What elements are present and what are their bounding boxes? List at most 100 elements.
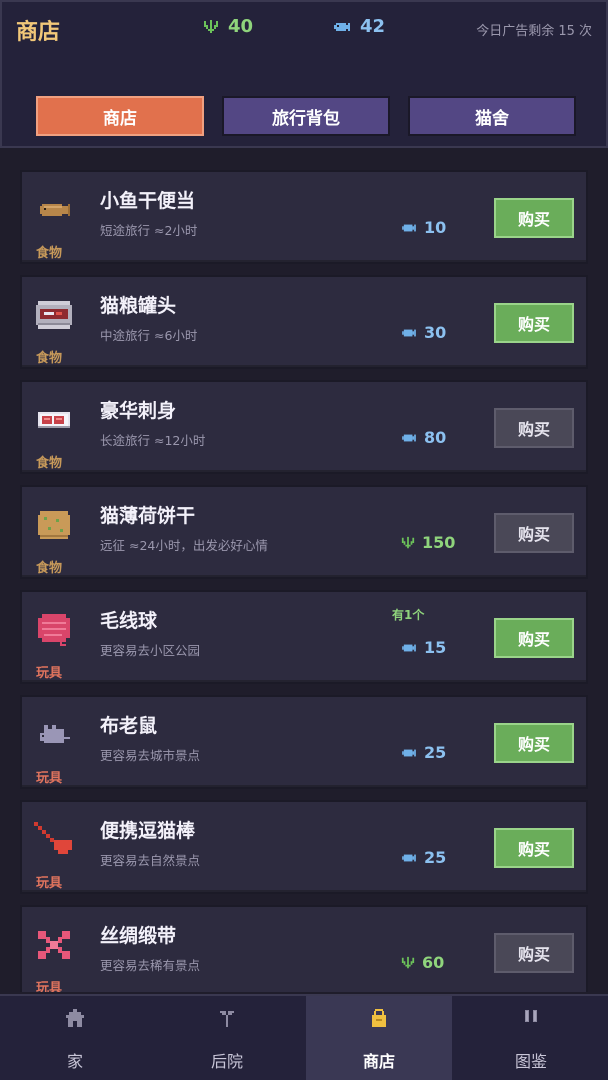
nav-label: 商店: [362, 1052, 395, 1071]
page-title: 商店: [16, 20, 61, 45]
bottom-nav: 家 后院 商店 图鉴: [0, 994, 608, 1080]
catnip-cookie-icon: [38, 511, 70, 539]
item-name: 丝绸缎带: [100, 925, 177, 947]
tab-bar: 商店 旅行背包 猫舍: [36, 96, 576, 136]
shopping-bag-icon: [372, 1009, 386, 1027]
fish-count: 42: [360, 16, 386, 37]
fish-currency-icon: [402, 644, 416, 651]
price-value: 25: [424, 743, 447, 762]
item-category: 食物: [36, 561, 63, 576]
yarn-ball-icon: [38, 614, 70, 646]
fish-currency-icon: [402, 854, 416, 861]
item-description: 更容易去稀有景点: [100, 958, 201, 973]
house-icon: [66, 1009, 84, 1027]
sprout-icon: [220, 1011, 234, 1027]
tab-shop[interactable]: 商店: [36, 96, 204, 136]
item-price: 25: [400, 848, 446, 867]
fish-currency-icon: [402, 749, 416, 756]
ad-remaining-text: 今日广告剩余 15 次: [476, 24, 592, 39]
item-category: 玩具: [36, 981, 63, 992]
item-category: 食物: [36, 351, 63, 366]
buy-button[interactable]: 购买: [494, 828, 574, 868]
silk-ribbon-icon: [38, 931, 70, 959]
buy-button[interactable]: 购买: [494, 303, 574, 343]
item-name: 豪华刺身: [100, 400, 177, 422]
nav-home[interactable]: 家: [2, 996, 148, 1080]
item-name: 毛线球: [100, 610, 158, 632]
price-value: 10: [424, 218, 447, 237]
shop-item-cat-teaser: 玩具 便携逗猫棒 更容易去自然景点 25 购买: [20, 800, 588, 894]
item-price: 15: [400, 638, 446, 657]
item-description: 远征 ≈24小时，出发必好心情: [100, 538, 268, 553]
fish-currency-icon: [402, 434, 416, 441]
shop-item-list[interactable]: 食物 小鱼干便当 短途旅行 ≈2小时 10 购买 食物 猫粮罐头 中途旅行 ≈6…: [20, 170, 588, 992]
shop-item-dried-fish-bento: 食物 小鱼干便当 短途旅行 ≈2小时 10 购买: [20, 170, 588, 264]
buy-button[interactable]: 购买: [494, 198, 574, 238]
catnip-currency-icon: [401, 956, 415, 968]
item-price: 30: [400, 323, 446, 342]
cat-teaser-icon: [34, 822, 72, 854]
fish-currency-icon: [402, 329, 416, 336]
shop-item-yarn-ball: 玩具 毛线球 更容易去小区公园 有1个 15 购买: [20, 590, 588, 684]
buy-button[interactable]: 购买: [494, 723, 574, 763]
buy-button[interactable]: 购买: [494, 513, 574, 553]
dried-fish-bento-icon: [40, 204, 70, 216]
item-description: 短途旅行 ≈2小时: [100, 223, 198, 238]
buy-button[interactable]: 购买: [494, 933, 574, 973]
item-name: 猫薄荷饼干: [100, 505, 196, 527]
item-price: 10: [400, 218, 446, 237]
item-category: 玩具: [36, 876, 63, 891]
nav-label: 家: [66, 1052, 83, 1071]
tab-cattery[interactable]: 猫舍: [408, 96, 576, 136]
item-description: 更容易去小区公园: [100, 643, 201, 658]
book-icon: [525, 1010, 537, 1022]
grass-balance: 40: [202, 16, 253, 37]
fish-currency-icon: [402, 224, 416, 231]
item-category: 玩具: [36, 771, 63, 786]
item-description: 更容易去自然景点: [100, 853, 201, 868]
item-category: 食物: [36, 456, 63, 471]
item-description: 长途旅行 ≈12小时: [100, 433, 206, 448]
nav-label: 图鉴: [514, 1052, 547, 1071]
grass-count: 40: [228, 16, 254, 37]
item-category: 玩具: [36, 666, 63, 681]
item-name: 小鱼干便当: [100, 190, 196, 212]
shop-item-catnip-cookie: 食物 猫薄荷饼干 远征 ≈24小时，出发必好心情 150 购买: [20, 485, 588, 579]
shop-item-cloth-mouse: 玩具 布老鼠 更容易去城市景点 25 购买: [20, 695, 588, 789]
item-name: 猫粮罐头: [100, 295, 177, 317]
nav-shop[interactable]: 商店: [306, 996, 452, 1080]
sashimi-icon: [38, 412, 70, 428]
cloth-mouse-icon: [40, 725, 70, 743]
buy-button[interactable]: 购买: [494, 408, 574, 448]
item-price: 25: [400, 743, 446, 762]
nav-label: 后院: [210, 1052, 243, 1071]
item-category: 食物: [36, 246, 63, 261]
price-value: 60: [422, 953, 445, 972]
price-value: 150: [422, 533, 456, 552]
item-price: 150: [400, 533, 455, 552]
buy-button[interactable]: 购买: [494, 618, 574, 658]
catnip-currency-icon: [204, 19, 218, 33]
catnip-currency-icon: [401, 536, 415, 548]
fish-currency-icon: [334, 22, 350, 31]
cat-food-can-icon: [36, 301, 72, 329]
item-price: 80: [400, 428, 446, 447]
shop-item-sashimi: 食物 豪华刺身 长途旅行 ≈12小时 80 购买: [20, 380, 588, 474]
price-value: 25: [424, 848, 447, 867]
price-value: 80: [424, 428, 447, 447]
price-value: 30: [424, 323, 447, 342]
price-value: 15: [424, 638, 447, 657]
fish-balance: 42: [332, 16, 385, 37]
item-price: 60: [400, 953, 444, 972]
item-description: 中途旅行 ≈6小时: [100, 328, 198, 343]
tab-travel-bag[interactable]: 旅行背包: [222, 96, 390, 136]
shop-item-cat-food-can: 食物 猫粮罐头 中途旅行 ≈6小时 30 购买: [20, 275, 588, 369]
shop-item-silk-ribbon: 玩具 丝绸缎带 更容易去稀有景点 60 购买: [20, 905, 588, 992]
item-name: 布老鼠: [100, 715, 158, 737]
nav-backyard[interactable]: 后院: [154, 996, 300, 1080]
top-bar: 商店 40 42 今日广告剩余 15 次 商店 旅行背包 猫舍: [0, 0, 608, 148]
nav-collection[interactable]: 图鉴: [458, 996, 604, 1080]
item-description: 更容易去城市景点: [100, 748, 201, 763]
item-name: 便携逗猫棒: [100, 820, 196, 842]
owned-count: 有1个: [392, 608, 425, 622]
